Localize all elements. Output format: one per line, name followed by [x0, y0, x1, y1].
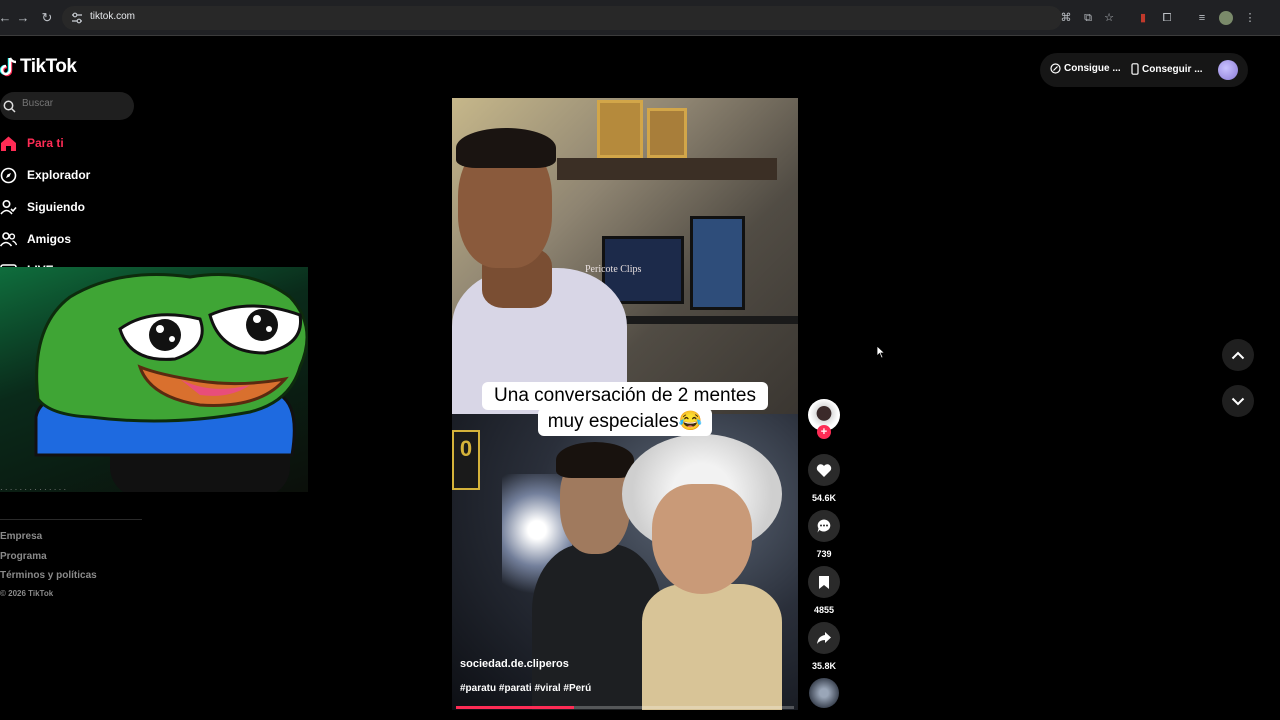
install-icon[interactable]: ⧉	[1081, 11, 1095, 25]
video-top-scene: Pericote Clips	[452, 98, 798, 414]
footer-link-terminos[interactable]: Términos y políticas	[0, 570, 97, 581]
puzzle-icon[interactable]: ⧠	[1160, 11, 1174, 25]
video-player[interactable]: Pericote Clips 0 Una conversación de 2 m…	[452, 98, 798, 710]
heart-icon	[816, 463, 832, 477]
get-app-label: Conseguir ...	[1142, 63, 1203, 75]
translate-icon[interactable]: ⌘	[1059, 11, 1073, 25]
figure-face	[652, 484, 752, 594]
video-author[interactable]: sociedad.de.cliperos	[460, 658, 569, 670]
friends-icon	[0, 231, 17, 247]
sidebar-item-label: Amigos	[27, 232, 72, 246]
footer-link-programa[interactable]: Programa	[0, 551, 47, 562]
next-video-button[interactable]	[1222, 385, 1254, 417]
share-count: 35.8K	[811, 661, 837, 671]
forward-icon[interactable]: →	[14, 9, 32, 27]
tiktok-page: TikTok Para ti Explorador Siguiendo Amig…	[0, 37, 1280, 720]
sidebar-item-para-ti[interactable]: Para ti	[0, 132, 64, 154]
search-input[interactable]	[22, 98, 122, 109]
pepe-emote-image	[34, 273, 308, 457]
address-bar[interactable]: tiktok.com	[62, 6, 1062, 30]
caption-line-1: Una conversación de 2 mentes	[482, 382, 768, 410]
bookmark-icon	[819, 575, 829, 589]
person-hair	[456, 128, 556, 168]
previous-video-button[interactable]	[1222, 339, 1254, 371]
figure-body	[642, 584, 782, 710]
following-icon	[0, 199, 17, 215]
sidebar-item-label: Para ti	[27, 136, 64, 150]
sidebar-divider	[0, 519, 142, 520]
get-app-button[interactable]: Conseguir ...	[1131, 63, 1203, 75]
comment-icon	[817, 519, 831, 533]
sidebar-item-amigos[interactable]: Amigos	[0, 228, 71, 250]
search-icon	[3, 100, 16, 113]
video-watermark: Pericote Clips	[585, 264, 642, 275]
caption-line-2: muy especiales😂	[538, 408, 712, 436]
footer-link-empresa[interactable]: Empresa	[0, 531, 42, 542]
star-icon[interactable]: ☆	[1102, 11, 1116, 25]
sidebar-item-label: Siguiendo	[27, 200, 85, 214]
save-count: 4855	[813, 605, 835, 615]
wall-frame	[647, 108, 687, 158]
comment-count: 739	[816, 549, 832, 559]
comment-button[interactable]	[808, 510, 840, 542]
wall-frame	[597, 100, 643, 158]
profile-icon[interactable]	[1219, 11, 1233, 25]
mouse-cursor-icon	[876, 345, 886, 359]
phone-icon	[1131, 63, 1139, 75]
tiktok-note-icon	[0, 57, 17, 77]
chevron-down-icon	[1231, 397, 1245, 405]
copyright-text: © 2026 TikTok	[0, 589, 54, 598]
tiktok-logo[interactable]: TikTok	[0, 55, 77, 79]
monitor	[690, 216, 745, 310]
share-button[interactable]	[808, 622, 840, 654]
sidebar-item-siguiendo[interactable]: Siguiendo	[0, 196, 85, 218]
figure-hair	[556, 442, 634, 478]
video-progress-bar[interactable]	[456, 706, 794, 709]
get-coins-button[interactable]: Consigue ...	[1050, 63, 1121, 74]
chevron-up-icon	[1231, 351, 1245, 359]
reload-icon[interactable]: ↻	[38, 9, 56, 27]
overlay-residual-text: · · · · · · · · · · · · · ·	[0, 485, 67, 494]
header-actions: Consigue ... Conseguir ...	[1040, 53, 1248, 87]
browser-toolbar: ← → ↻ tiktok.com ⌘ ⧉ ☆ ▮ ⧠ ≡ ⋮	[0, 0, 1280, 36]
video-caption: Una conversación de 2 mentes muy especia…	[482, 382, 768, 436]
sidebar-item-explorador[interactable]: Explorador	[0, 164, 90, 186]
get-coins-label: Consigue ...	[1064, 63, 1121, 74]
shelf	[557, 158, 777, 180]
user-avatar[interactable]	[1218, 60, 1238, 80]
follow-plus-icon[interactable]: +	[817, 425, 831, 439]
share-icon	[817, 632, 831, 644]
save-button[interactable]	[808, 566, 840, 598]
music-disc-icon[interactable]	[809, 678, 839, 708]
book-cover: 0	[452, 430, 480, 490]
home-icon	[1, 136, 16, 151]
like-button[interactable]	[808, 454, 840, 486]
coin-icon	[1050, 63, 1061, 74]
menu-icon[interactable]: ⋮	[1243, 11, 1257, 25]
search-box[interactable]	[0, 92, 134, 120]
video-progress-fill	[456, 706, 575, 709]
sidebar-item-label: Explorador	[27, 168, 91, 182]
reading-list-icon[interactable]: ≡	[1195, 11, 1209, 25]
back-icon[interactable]: ←	[0, 9, 14, 27]
logo-text: TikTok	[20, 56, 77, 77]
video-hashtags[interactable]: #paratu #parati #viral #Perú	[460, 683, 591, 694]
url-text: tiktok.com	[90, 11, 136, 22]
like-count: 54.6K	[811, 493, 837, 503]
stream-overlay-image	[0, 267, 308, 492]
compass-icon	[0, 167, 17, 183]
extension-icon[interactable]: ▮	[1136, 11, 1150, 25]
site-info-icon[interactable]	[70, 11, 84, 25]
